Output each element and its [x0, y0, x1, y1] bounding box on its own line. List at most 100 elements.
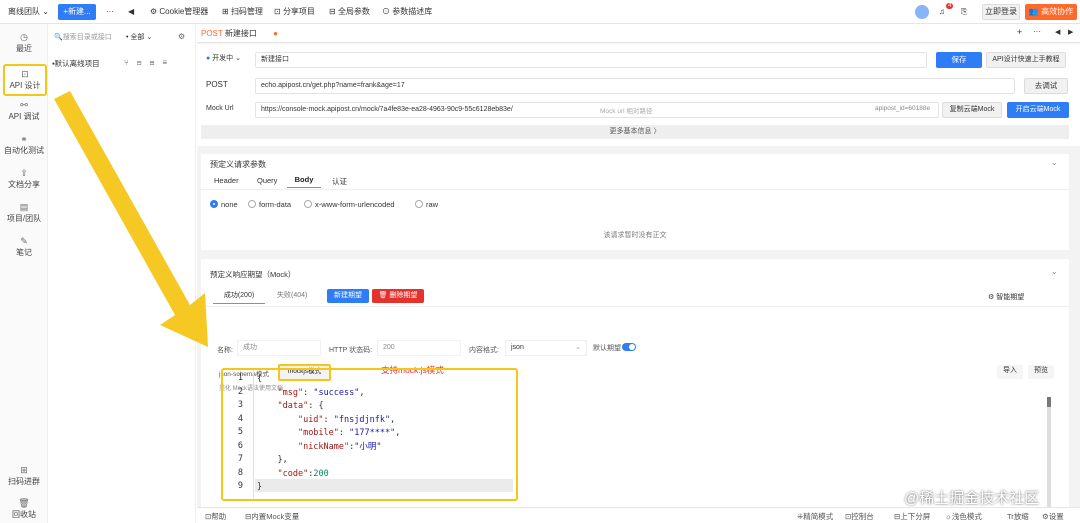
new-expect-button[interactable]: 新建期望: [327, 289, 369, 303]
open-mock-button[interactable]: 开启云端Mock: [1007, 102, 1069, 118]
line-number: 4: [237, 413, 243, 424]
mock-collapse-icon[interactable]: ⌄: [1051, 267, 1058, 276]
radio-label: x-www-form-urlencoded: [315, 200, 395, 209]
content-format-label: 内容格式:: [469, 347, 499, 354]
settings-button[interactable]: ⚙设置: [1042, 511, 1064, 522]
split-screen-button[interactable]: ⊟上下分屏: [894, 511, 930, 522]
help-button[interactable]: ⊡帮助: [205, 511, 226, 522]
tab-label: 分享项目: [282, 7, 315, 16]
bottom-label: 上下分屏: [900, 512, 931, 521]
content-format-select[interactable]: json ⌄: [505, 340, 587, 356]
console-button[interactable]: ⊡控制台: [845, 511, 874, 522]
top-toolbar: 离线团队 ⌄ +新建... ··· ◀ ⚙ Cookie管理器 ⊞ 扫码管理 ⊡…: [0, 0, 1080, 24]
tab-body[interactable]: Body: [287, 172, 321, 188]
add-tab-button[interactable]: +: [1017, 27, 1022, 37]
code-lines: 1 {2 "msg": "success", 3 "data": {4 "uid":…: [223, 373, 513, 498]
project-actions[interactable]: ⑂⊟⊞≡: [124, 58, 175, 67]
status-code-input[interactable]: 200: [377, 340, 461, 356]
code-line: "code":200: [277, 468, 329, 479]
mock-title: 预定义响应期望（Mock）: [210, 270, 296, 279]
settings-icon[interactable]: ⚙: [178, 32, 185, 41]
tab-fail[interactable]: 失败(404): [277, 290, 307, 300]
nav-label: 扫码进群: [8, 477, 40, 486]
editor-scrollbar[interactable]: [1047, 397, 1051, 517]
smart-label: 智能期望: [996, 294, 1025, 301]
env-select[interactable]: ● 开发中 ⌄: [201, 52, 253, 68]
mock-path-placeholder[interactable]: Mock url 相对路径: [600, 105, 652, 115]
team-label: 离线团队: [8, 7, 40, 16]
env-label: 开发中: [212, 55, 234, 62]
tab-label: 扫码管理: [230, 7, 263, 16]
more-icon[interactable]: ···: [106, 5, 114, 19]
line-number: 2: [237, 386, 243, 397]
tab-cookie-manager[interactable]: ⚙ Cookie管理器: [150, 5, 208, 19]
tab-scan-manager[interactable]: ⊞ 扫码管理: [222, 5, 263, 19]
nav-recent[interactable]: ◷ 最近: [0, 32, 48, 54]
debug-button[interactable]: 去调试: [1024, 78, 1068, 94]
tab-share-project[interactable]: ⊡ 分享项目: [274, 5, 315, 19]
tab-method: POST: [201, 29, 223, 38]
code-line: }: [257, 482, 263, 492]
tab-auth[interactable]: 认证: [332, 176, 347, 187]
save-button[interactable]: 保存: [936, 52, 982, 68]
compact-mode-button[interactable]: ⁜精简模式: [797, 511, 833, 522]
nav-scan-group[interactable]: ⊞ 扫码进群: [0, 465, 48, 487]
copy-mock-button[interactable]: 复制云端Mock: [942, 102, 1002, 118]
radio-label: form-data: [259, 200, 292, 209]
preview-button[interactable]: 预览: [1028, 365, 1054, 379]
smart-expect-toggle[interactable]: ⚙ 智能期望: [988, 292, 1024, 302]
code-line: "mobile": "177****",: [297, 428, 401, 438]
avatar[interactable]: [915, 5, 929, 19]
tab-more-icon[interactable]: ···: [1033, 27, 1041, 36]
arrow-shape: [54, 91, 208, 347]
search-input[interactable]: 🔍搜索目录或接口: [54, 32, 112, 42]
notification-badge: 4: [946, 3, 954, 9]
tab-param-library[interactable]: ⊙ 参数描述库: [382, 5, 432, 19]
bell-icon[interactable]: ♫: [939, 5, 945, 19]
tab-prev-icon[interactable]: ◀: [1055, 28, 1060, 36]
tab-new-api[interactable]: POST 新建接口 ●: [201, 28, 278, 39]
url-input[interactable]: echo.apipost.cn/get.php?name=frank&age=1…: [255, 78, 1015, 94]
default-expect-label: 默认期望: [593, 345, 621, 352]
project-item[interactable]: ▪默认离线项目: [52, 58, 100, 69]
tab-global-params[interactable]: ⊟ 全局参数: [329, 5, 370, 19]
radio-label: none: [221, 200, 238, 209]
filter-select[interactable]: • 全部 ⌄: [126, 32, 152, 42]
default-expect-toggle[interactable]: [622, 343, 636, 351]
login-button[interactable]: 立即登录: [982, 4, 1020, 20]
radio-off: [415, 200, 423, 208]
expect-name-input[interactable]: 成功: [237, 340, 321, 356]
tab-query[interactable]: Query: [257, 176, 277, 185]
project-label: 默认离线项目: [54, 59, 100, 68]
doc-icon[interactable]: ⎘: [961, 5, 967, 19]
body-type-form-data[interactable]: form-data: [248, 200, 291, 209]
tab-next-icon[interactable]: ▶: [1068, 28, 1073, 36]
nav-label: 文档分享: [8, 180, 40, 189]
main-area: POST 新建接口 ● + ··· ◀ ▶ ● 开发中 ⌄ 新建接口 保存 AP…: [197, 24, 1080, 523]
divider: [201, 306, 1069, 307]
delete-expect-button[interactable]: 🗑 删除期望: [372, 289, 424, 303]
new-button[interactable]: +新建...: [58, 4, 96, 20]
tutorial-button[interactable]: API设计快速上手教程: [986, 52, 1066, 68]
body-type-raw[interactable]: raw: [415, 200, 438, 209]
mock-url-input[interactable]: https://console-mock.apipost.cn/mock/7a4…: [255, 102, 939, 118]
content-format-value: json: [511, 344, 524, 351]
api-name-input[interactable]: 新建接口: [255, 52, 927, 68]
params-card: 预定义请求参数 ⌄ Header Query Body 认证 none form…: [201, 154, 1069, 250]
code-highlight-box: 1 {2 "msg": "success", 3 "data": {4 "uid":…: [221, 368, 518, 501]
back-icon[interactable]: ◀: [128, 5, 134, 19]
scroll-thumb[interactable]: [1047, 397, 1051, 407]
builtin-mock-button[interactable]: ⊟内置Mock变量: [245, 511, 299, 522]
more-info-toggle[interactable]: 更多基本信息 〉: [201, 125, 1069, 139]
team-select[interactable]: 离线团队 ⌄: [8, 5, 49, 19]
line-number: 7: [237, 454, 243, 464]
light-mode-button[interactable]: ☼浅色模式: [945, 511, 982, 522]
zoom-button[interactable]: Tr放缩: [1007, 511, 1029, 522]
collab-button[interactable]: 👥 高效协作: [1025, 4, 1077, 20]
body-type-urlencoded[interactable]: x-www-form-urlencoded: [304, 200, 395, 209]
trash-icon: 🗑: [18, 498, 30, 508]
nav-recycle[interactable]: 🗑 回收站: [0, 498, 48, 520]
import-button[interactable]: 导入: [997, 365, 1023, 379]
collapse-icon[interactable]: ⌄: [1051, 158, 1058, 167]
tab-success[interactable]: 成功(200): [213, 290, 265, 304]
